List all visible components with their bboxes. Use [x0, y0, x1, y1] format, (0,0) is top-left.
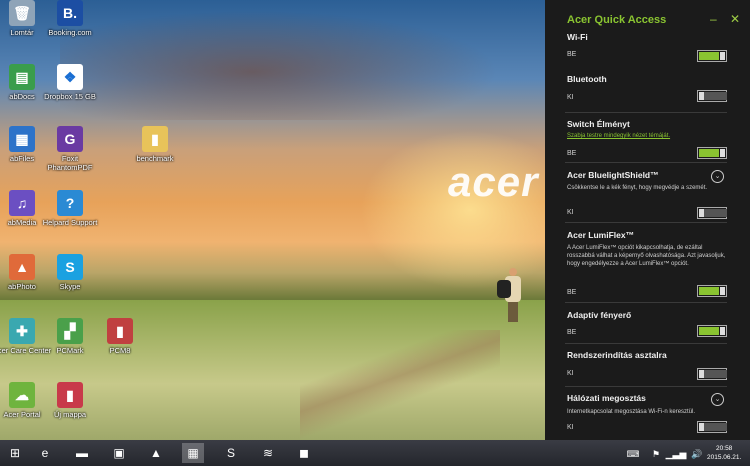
setting-toggle[interactable] — [697, 421, 727, 433]
keyboard-icon[interactable]: ⌨ — [622, 444, 644, 464]
desktop-shortcut[interactable]: B. Booking.com — [40, 0, 100, 37]
setting-title: Switch Élményt — [567, 119, 630, 129]
acer-care-icon: ✚ — [9, 318, 35, 344]
setting-description: Csökkentse le a kék fényt, hogy megvédje… — [567, 185, 708, 191]
pcmark-icon: ▞ — [57, 318, 83, 344]
setting-toggle[interactable] — [697, 90, 727, 102]
abfiles-icon: ▦ — [9, 126, 35, 152]
action-center-icon[interactable]: ⚑ — [645, 444, 667, 464]
minimize-button[interactable]: – — [710, 12, 717, 26]
setting-state: BE — [567, 329, 577, 336]
desktop-shortcut-label: Foxit PhantomPDF — [47, 154, 93, 172]
desktop-shortcut[interactable]: ❖ Dropbox 15 GB — [40, 64, 100, 101]
setting-toggle[interactable] — [697, 285, 727, 297]
desktop-shortcut[interactable]: ▮ benchmark — [125, 126, 185, 163]
setting-description: A Acer LumiFlex™ opciót kikapcsolhatja, … — [567, 245, 726, 267]
skype-icon: S — [57, 254, 83, 280]
foxit-icon: G — [57, 126, 83, 152]
setting-state: KI — [567, 209, 574, 216]
wallpaper-acer-logo: acer — [448, 158, 539, 205]
setting-link[interactable]: Szabja testre mindegyik nézet témáját. — [567, 133, 670, 139]
acer-portal-icon: ☁ — [9, 382, 35, 408]
photo-app-icon[interactable]: ▲ — [145, 443, 167, 463]
setting-toggle[interactable] — [697, 325, 727, 337]
expand-chevron-icon[interactable]: ⌄ — [711, 170, 724, 183]
setting-title: Wi-Fi — [567, 32, 588, 42]
network-icon[interactable]: ▁▃▅ — [665, 444, 687, 464]
setting-title: Adaptív fényerő — [567, 310, 632, 320]
store-icon[interactable]: ▣ — [108, 443, 130, 463]
spotify-icon[interactable]: ≋ — [257, 443, 279, 463]
help-icon: ? — [57, 190, 83, 216]
desktop-shortcut[interactable]: ▮ Új mappa — [40, 382, 100, 419]
taskbar-clock[interactable]: 20:58 2015.06.21. — [707, 444, 741, 462]
setting-toggle[interactable] — [697, 368, 727, 380]
section-divider — [565, 386, 727, 387]
media-icon[interactable]: ◼ — [293, 443, 315, 463]
section-divider — [565, 222, 727, 223]
booking-icon: B. — [57, 0, 83, 26]
section-divider — [565, 343, 727, 344]
file-explorer-icon[interactable]: ▬ — [71, 443, 93, 463]
panel-title: Acer Quick Access — [567, 14, 667, 26]
desktop-shortcut[interactable]: S Skype — [40, 254, 100, 291]
desktop-shortcut[interactable]: ▮ PCM8 — [90, 318, 150, 355]
section-divider — [565, 162, 727, 163]
desktop-shortcut[interactable]: ? Helpard Support — [40, 190, 100, 227]
section-divider — [565, 302, 727, 303]
expand-chevron-icon[interactable]: ⌄ — [711, 393, 724, 406]
close-button[interactable]: ✕ — [730, 12, 740, 26]
abdocs-icon: ▤ — [9, 64, 35, 90]
clock-time: 20:58 — [716, 445, 733, 452]
taskbar: ⊞ e ▬ ▣ ▲ ▦ S ≋ ◼ ⌨ ⚑ ▁▃▅ 🔊 20:58 2015.06.21. — [0, 440, 750, 466]
desktop-shortcut-label: PCM8 — [109, 346, 131, 355]
new-folder-icon: ▮ — [57, 382, 83, 408]
abmedia-icon: ♫ — [9, 190, 35, 216]
volume-icon[interactable]: 🔊 — [686, 444, 708, 464]
skype-icon[interactable]: S — [220, 443, 242, 463]
setting-state: KI — [567, 424, 574, 431]
setting-description: Internetkapcsolat megosztása Wi-Fi-n ker… — [567, 409, 696, 415]
wallpaper-clouds — [60, 0, 540, 120]
internet-explorer-icon[interactable]: e — [34, 443, 56, 463]
setting-state: KI — [567, 94, 574, 101]
setting-title: Acer LumiFlex™ — [567, 230, 635, 240]
desktop-shortcut-label: Helpard Support — [42, 218, 98, 227]
setting-state: KI — [567, 370, 574, 377]
desktop-shortcut-label: Booking.com — [48, 28, 92, 37]
desktop-shortcut-label: Skype — [59, 282, 81, 291]
folder-icon: ▮ — [142, 126, 168, 152]
desktop-shortcut-label: Új mappa — [53, 410, 87, 419]
setting-title: Hálózati megosztás — [567, 393, 646, 403]
start-icon[interactable]: ⊞ — [4, 443, 26, 463]
setting-toggle[interactable] — [697, 147, 727, 159]
clock-date: 2015.06.21. — [707, 454, 742, 461]
recycle-bin-icon: 🗑 — [9, 0, 35, 26]
setting-state: BE — [567, 150, 577, 157]
desktop-shortcut-label: Dropbox 15 GB — [44, 92, 96, 101]
setting-state: BE — [567, 289, 577, 296]
setting-toggle[interactable] — [697, 50, 727, 62]
section-divider — [565, 112, 727, 113]
setting-title: Acer BluelightShield™ — [567, 170, 659, 180]
setting-toggle[interactable] — [697, 207, 727, 219]
abphoto-icon: ▲ — [9, 254, 35, 280]
wallpaper-person — [497, 268, 521, 324]
wallpaper-path — [300, 330, 500, 440]
setting-state: BE — [567, 51, 577, 58]
dropbox-icon: ❖ — [57, 64, 83, 90]
setting-title: Rendszerindítás asztalra — [567, 350, 667, 360]
acer-quick-access-icon[interactable]: ▦ — [182, 443, 204, 463]
pcm8-icon: ▮ — [107, 318, 133, 344]
setting-title: Bluetooth — [567, 74, 607, 84]
desktop-shortcut[interactable]: G Foxit PhantomPDF — [40, 126, 100, 172]
desktop-shortcut-label: benchmark — [136, 154, 174, 163]
